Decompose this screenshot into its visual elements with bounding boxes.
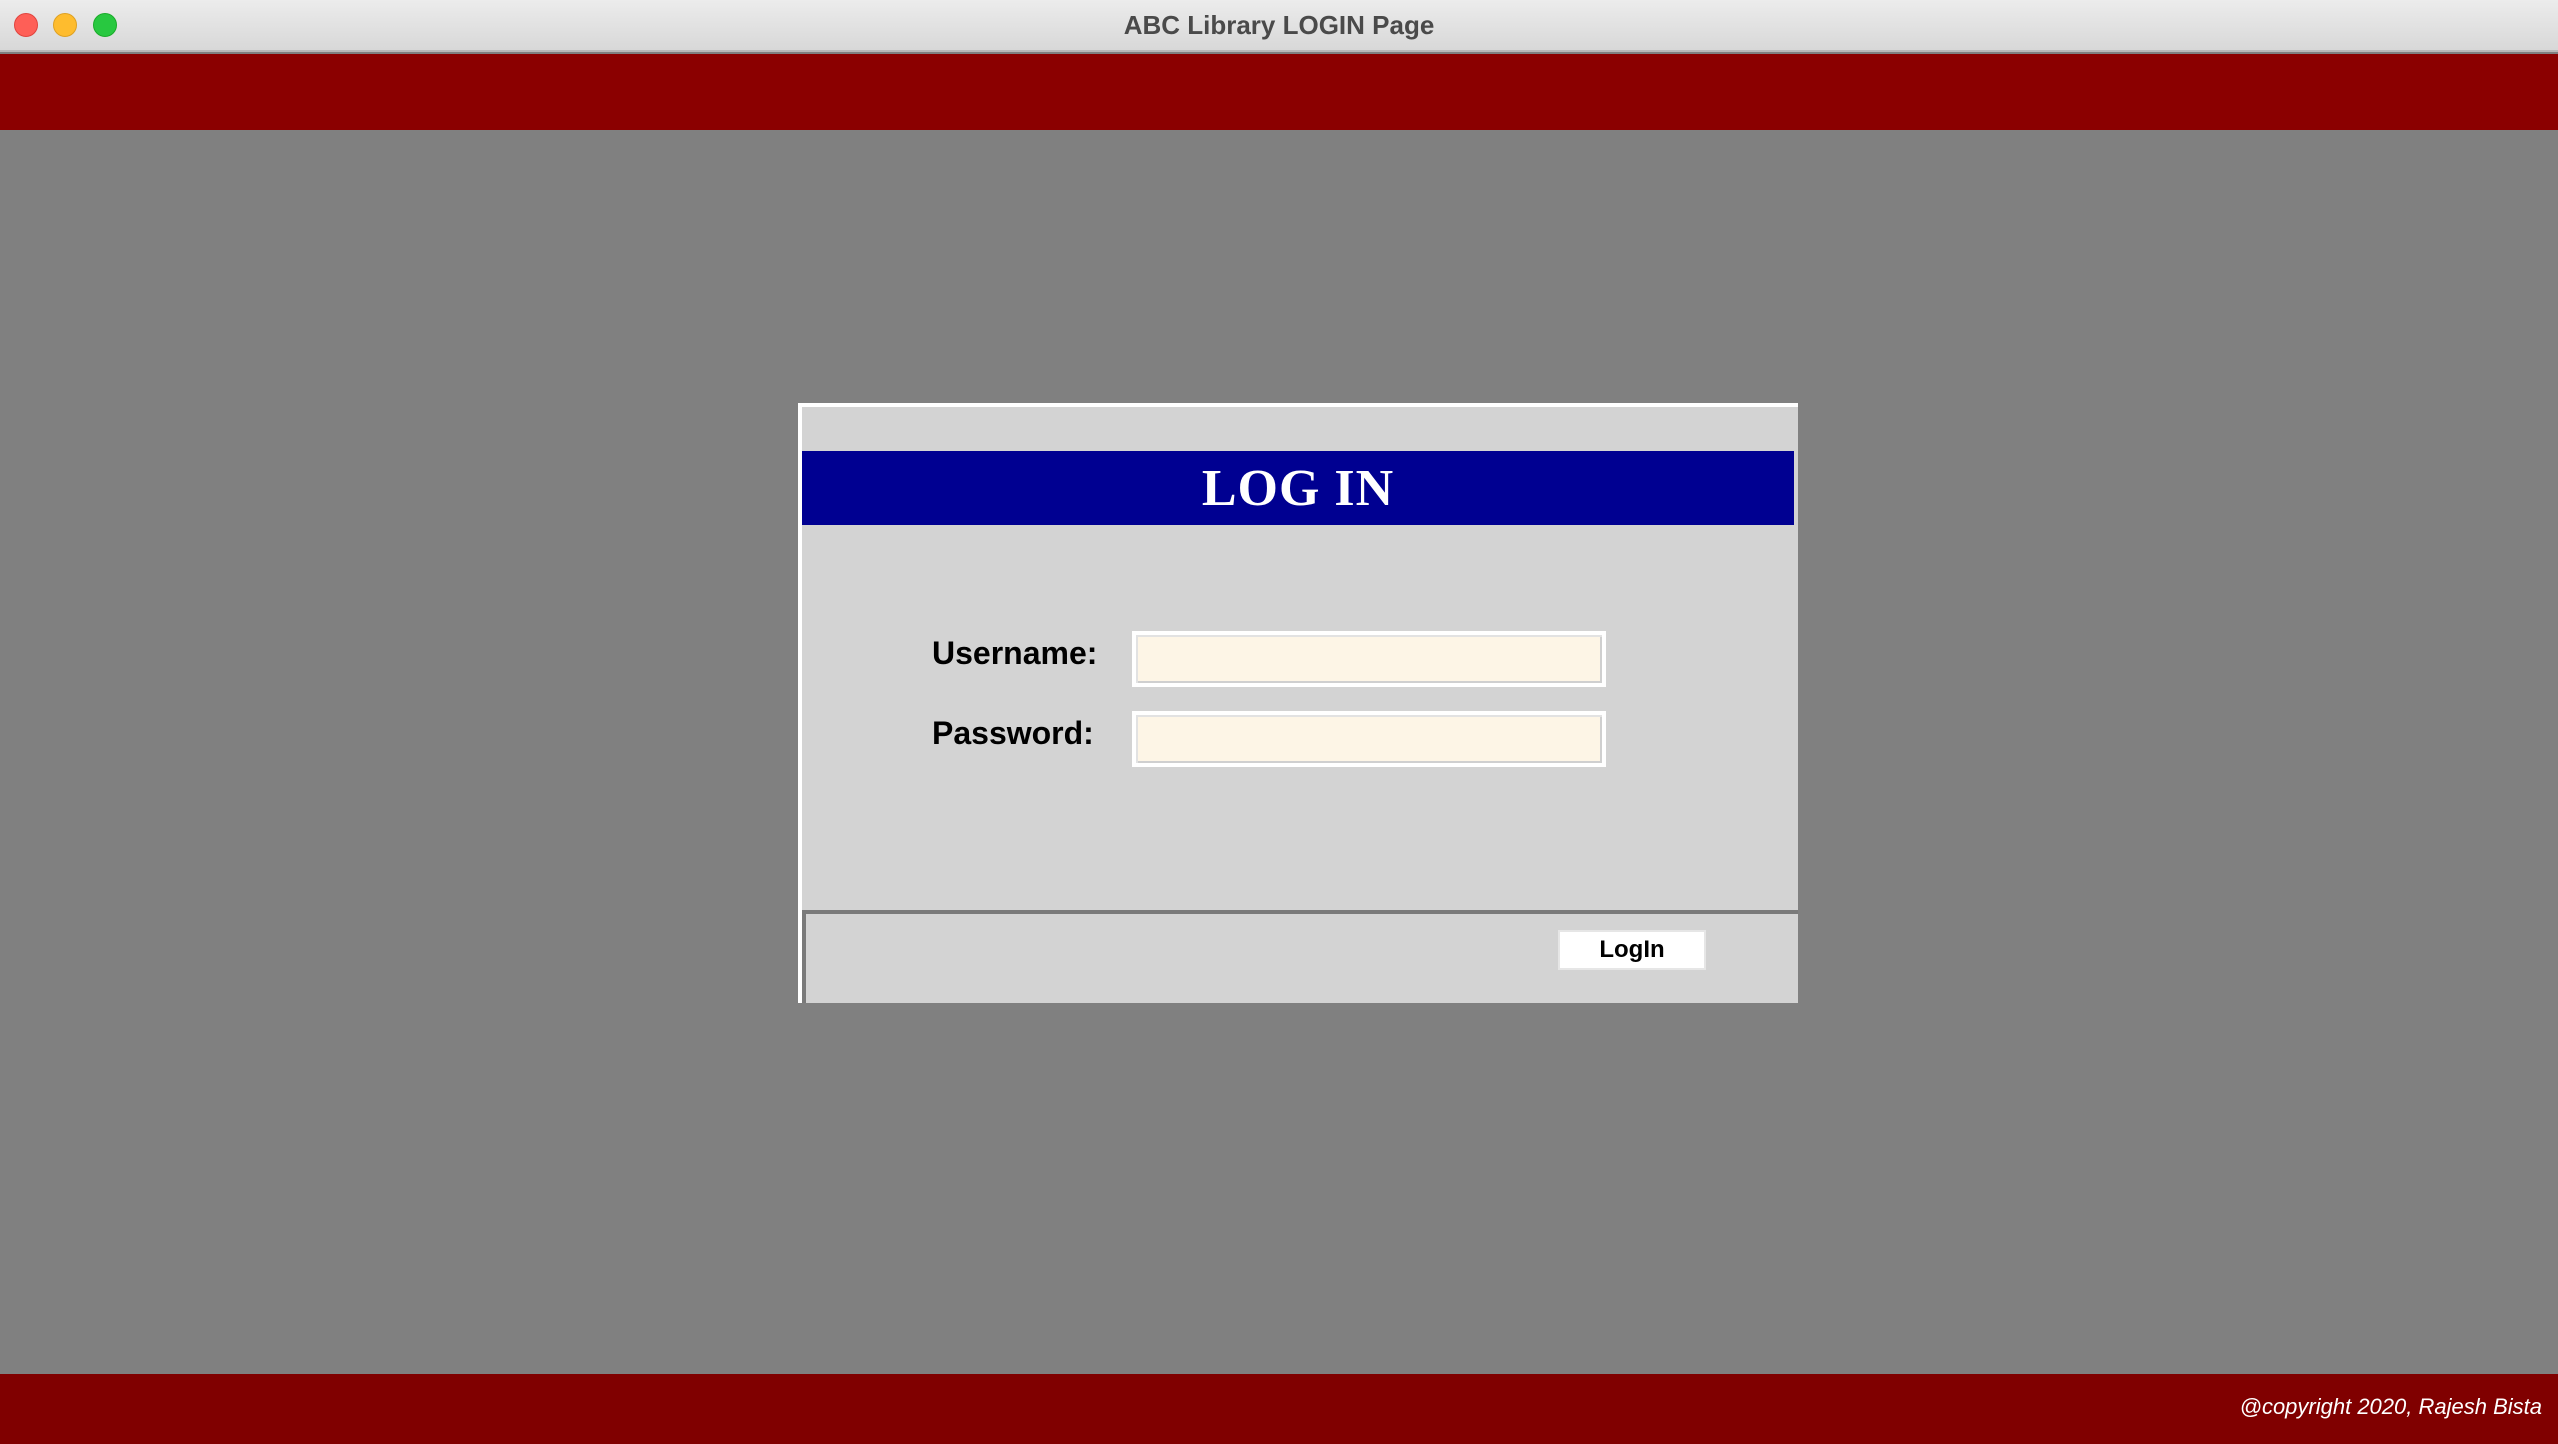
button-area: LogIn [802, 910, 1798, 1003]
copyright-text: @copyright 2020, Rajesh Bista [2239, 1394, 2542, 1419]
password-label: Password: [932, 715, 1094, 751]
username-label: Username: [932, 635, 1098, 671]
window-title: ABC Library LOGIN Page [1123, 10, 1435, 40]
login-title: LOG IN [1201, 459, 1395, 517]
app-window: ABC Library LOGIN Page LOG IN Username: … [0, 0, 2558, 1444]
username-input[interactable] [1132, 631, 1606, 687]
title-bar[interactable]: ABC Library LOGIN Page [0, 0, 2558, 52]
login-button[interactable]: LogIn [1558, 930, 1706, 970]
footer-strip: @copyright 2020, Rajesh Bista [0, 1374, 2558, 1444]
login-banner: LOG IN [802, 451, 1794, 525]
password-input[interactable] [1132, 711, 1606, 767]
header-strip [0, 54, 2558, 130]
login-panel: LOG IN Username: Password: LogIn [798, 403, 1798, 1003]
